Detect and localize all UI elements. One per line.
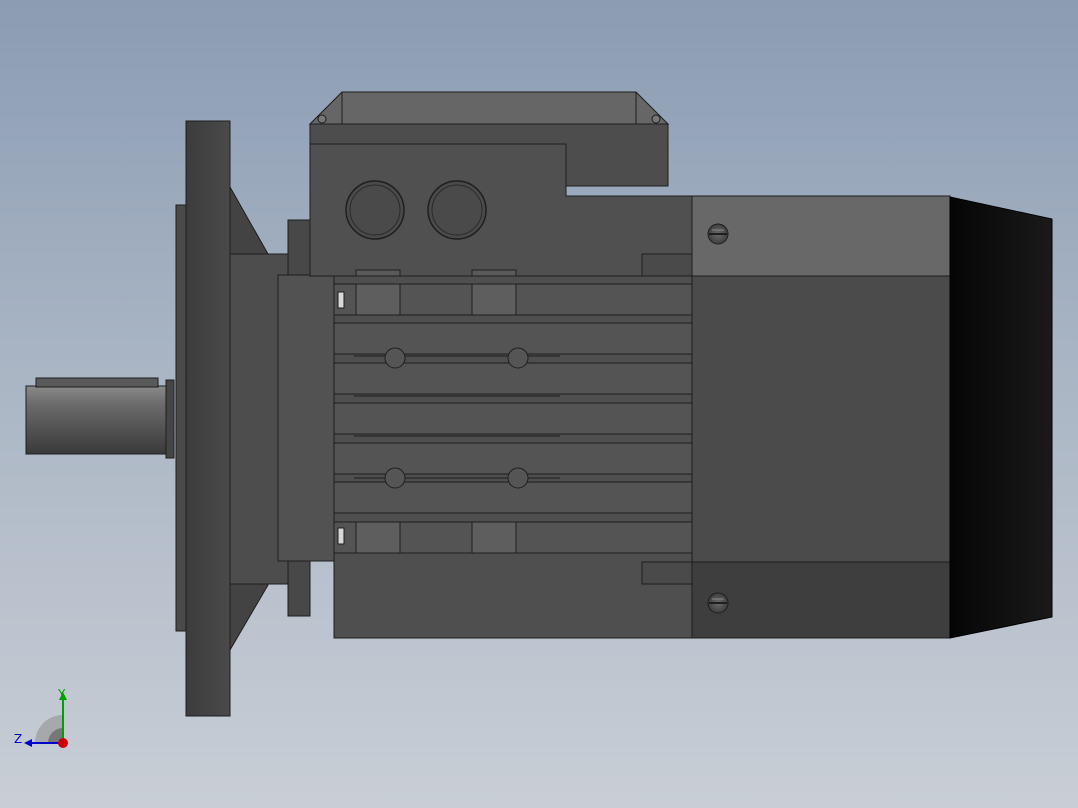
triad-z-label: Z	[14, 732, 23, 746]
fan-cover	[949, 196, 1053, 639]
screw	[707, 592, 729, 614]
cable-gland	[427, 180, 487, 240]
cable-gland	[345, 180, 405, 240]
screw	[707, 223, 729, 245]
shaft-key	[35, 377, 159, 388]
cooling-fins	[333, 283, 693, 554]
terminal-box	[308, 91, 693, 277]
x-axis-dot	[58, 738, 68, 748]
terminal-box-lid	[308, 91, 670, 125]
motor-model[interactable]	[0, 0, 1078, 808]
output-shaft	[25, 377, 175, 459]
3d-graphics-viewport[interactable]: Y Z	[0, 0, 1078, 808]
triad-y-label: Y	[58, 687, 66, 701]
view-triad[interactable]: Y Z	[10, 684, 80, 754]
